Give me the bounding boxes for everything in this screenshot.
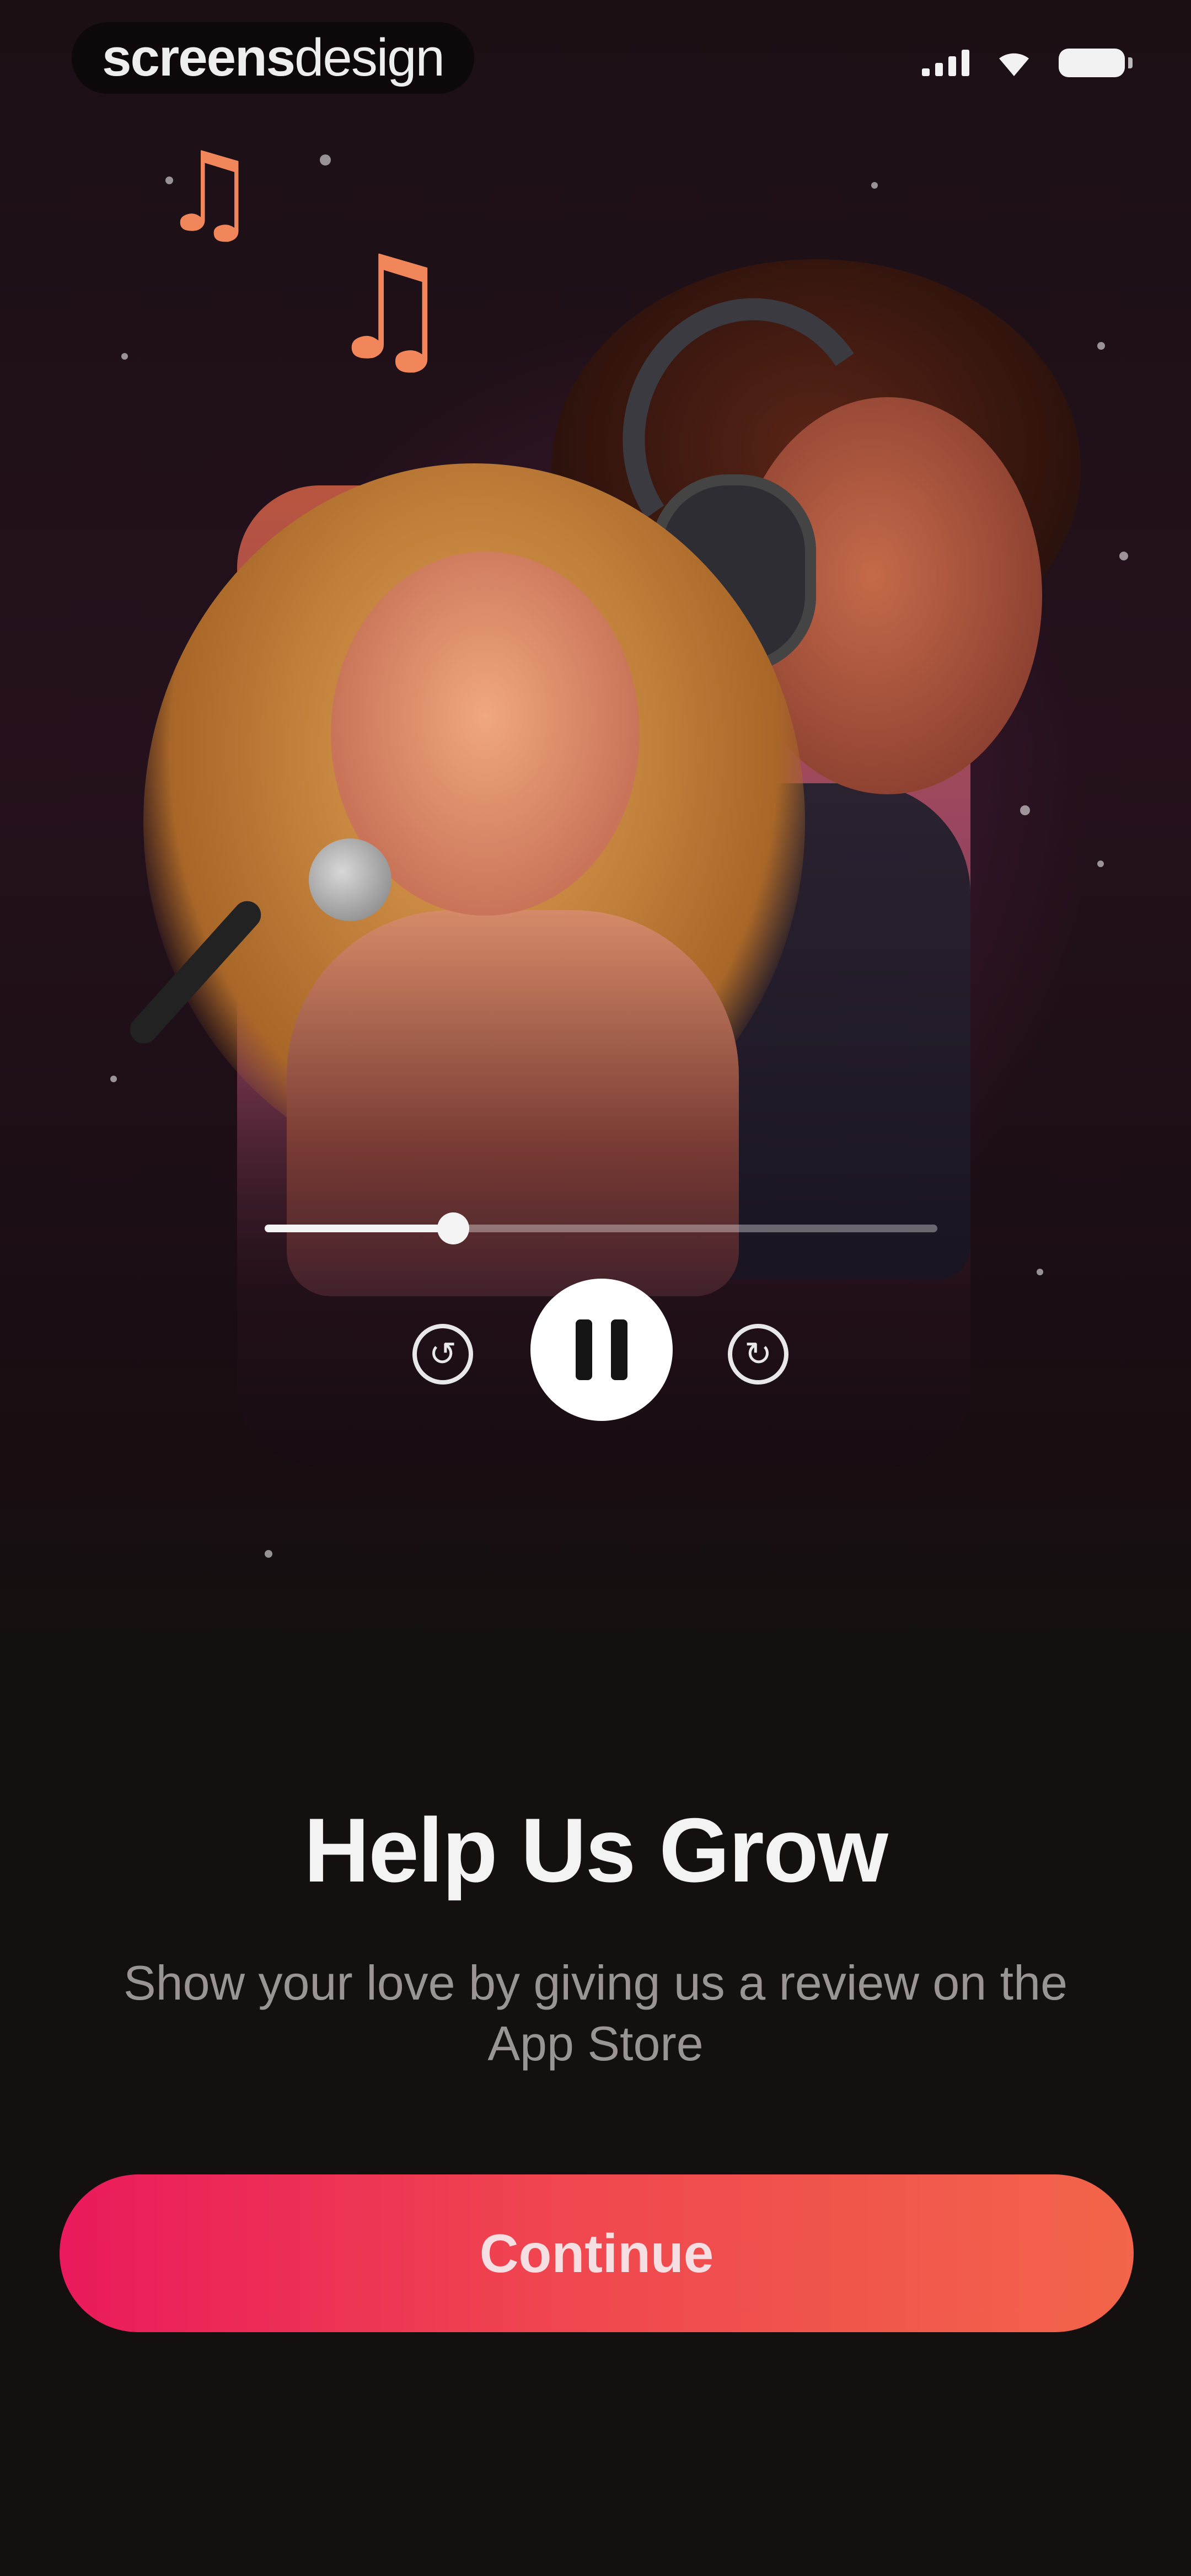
brand-logo-bold: screens bbox=[102, 28, 296, 87]
page-title: Help Us Grow bbox=[304, 1799, 888, 1901]
rewind-button[interactable]: ↺ bbox=[412, 1324, 473, 1385]
star-decoration bbox=[871, 182, 878, 189]
playback-progress-bar[interactable] bbox=[265, 1212, 937, 1244]
star-decoration bbox=[1097, 861, 1104, 867]
continue-button[interactable]: Continue bbox=[60, 2174, 1134, 2332]
star-decoration bbox=[320, 154, 331, 165]
star-decoration bbox=[1097, 342, 1105, 350]
cellular-signal-icon bbox=[922, 50, 969, 76]
star-decoration bbox=[110, 1076, 117, 1082]
star-decoration bbox=[265, 1550, 272, 1558]
music-note-icon: ♫ bbox=[325, 226, 454, 392]
pause-icon-bar bbox=[611, 1319, 627, 1380]
brand-logo: screensdesign bbox=[72, 22, 474, 94]
hero-section: ♫ ♫ ↺ ↻ bbox=[0, 0, 1191, 1655]
wifi-icon bbox=[999, 53, 1029, 76]
singer-girl-body bbox=[287, 910, 739, 1296]
music-note-icon: ♫ bbox=[160, 129, 259, 257]
brand-logo-regular: design bbox=[294, 28, 445, 87]
progress-scrubber[interactable] bbox=[437, 1212, 469, 1244]
page-subtitle: Show your love by giving us a review on … bbox=[123, 1955, 1068, 2071]
star-decoration bbox=[1037, 1269, 1043, 1275]
rewind-icon: ↺ bbox=[428, 1335, 457, 1373]
star-decoration bbox=[1020, 805, 1030, 815]
pause-button[interactable] bbox=[530, 1279, 673, 1421]
forward-button[interactable]: ↻ bbox=[728, 1324, 788, 1385]
pause-icon-bar bbox=[576, 1319, 592, 1380]
battery-icon bbox=[1059, 49, 1133, 77]
microphone-icon bbox=[309, 838, 391, 921]
progress-fill bbox=[265, 1225, 453, 1232]
status-bar bbox=[922, 49, 1133, 77]
forward-icon: ↻ bbox=[744, 1335, 772, 1373]
star-decoration bbox=[121, 353, 128, 360]
star-decoration bbox=[1119, 552, 1128, 560]
